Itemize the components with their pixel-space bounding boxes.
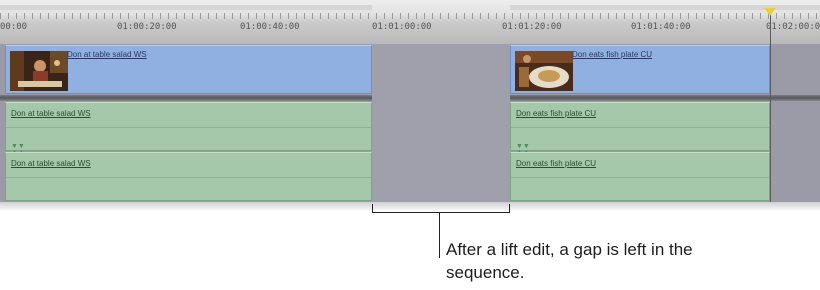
playhead-line[interactable] xyxy=(770,10,771,202)
audio-clip[interactable]: Don eats fish plate CU xyxy=(510,152,770,201)
callout-line xyxy=(439,212,440,258)
clip-name: Don eats fish plate CU xyxy=(516,109,597,118)
sequence-gap[interactable] xyxy=(372,44,510,202)
audio-level-line xyxy=(511,127,769,128)
video-clip[interactable]: Don eats fish plate CU xyxy=(510,45,770,94)
audio-level-line xyxy=(6,177,371,178)
playhead-icon[interactable] xyxy=(764,8,776,16)
ruler-timecode: 01:01:00:00 xyxy=(372,22,432,32)
ruler-timecode: 00:00 xyxy=(0,22,28,32)
ruler-timecode: 01:01:20:00 xyxy=(502,22,562,32)
clip-name: Don at table salad WS xyxy=(67,50,147,59)
ruler-ticks xyxy=(0,13,820,19)
audio-clip[interactable]: Don at table salad WS ▼▼▲▲ xyxy=(5,102,372,156)
gap-bracket xyxy=(372,204,510,213)
audio-clip[interactable]: Don at table salad WS xyxy=(5,152,372,201)
ruler-timecode: 01:00:40:00 xyxy=(240,22,300,32)
audio-clip[interactable]: Don eats fish plate CU ▼▼▲▲ xyxy=(510,102,770,156)
clip-name: Don eats fish plate CU xyxy=(516,159,597,168)
clip-thumbnail xyxy=(515,51,573,91)
audio-level-line xyxy=(511,177,769,178)
timecode-ruler[interactable]: 00:00 01:00:20:00 01:00:40:00 01:01:00:0… xyxy=(0,0,820,45)
clip-name: Don at table salad WS xyxy=(11,109,91,118)
clip-name: Don at table salad WS xyxy=(11,159,91,168)
callout-caption: After a lift edit, a gap is left in the … xyxy=(446,240,693,282)
ruler-zoom-track xyxy=(0,5,820,10)
clip-name: Don eats fish plate CU xyxy=(572,50,653,59)
sequence-timeline: 00:00 01:00:20:00 01:00:40:00 01:01:00:0… xyxy=(0,0,820,212)
audio-level-line xyxy=(6,127,371,128)
video-clip[interactable]: Don at table salad WS xyxy=(5,45,372,94)
clip-thumbnail xyxy=(10,51,68,91)
ruler-timecode: 01:00:20:00 xyxy=(117,22,177,32)
ruler-timecode: 01:02:00:00 xyxy=(766,22,820,32)
ruler-timecode: 01:01:40:00 xyxy=(631,22,691,32)
